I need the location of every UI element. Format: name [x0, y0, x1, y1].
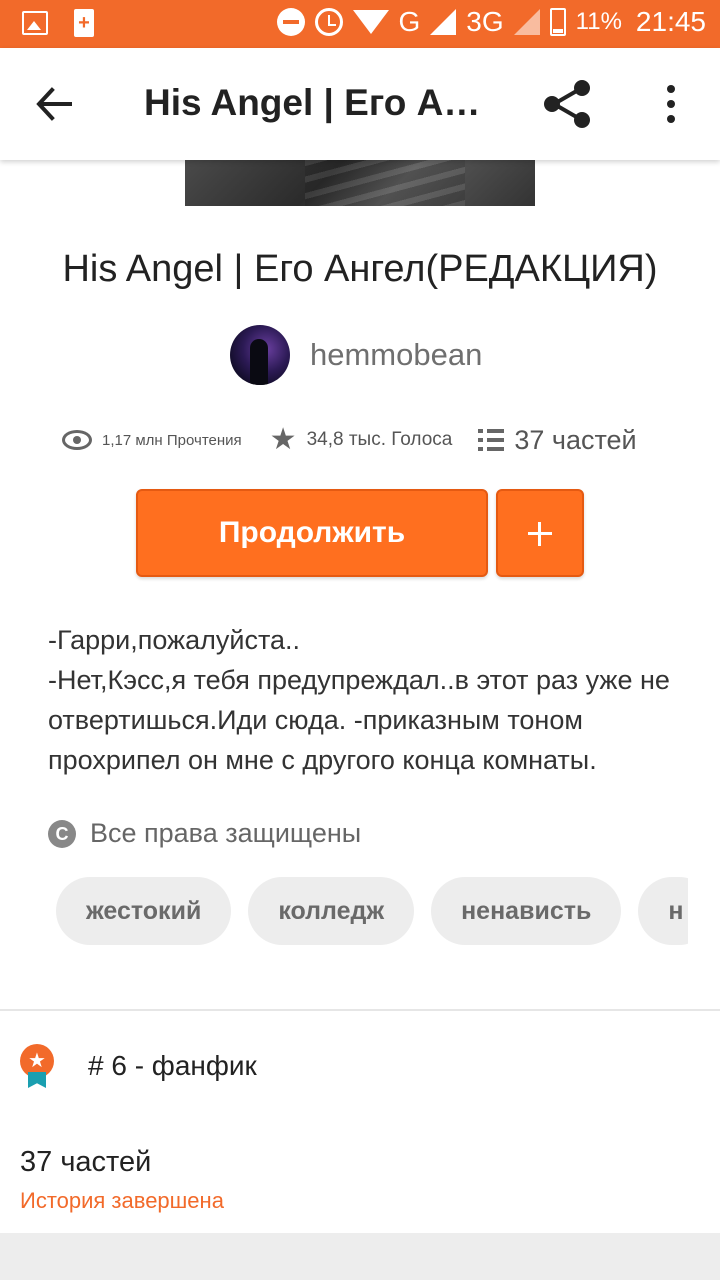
- reads-count: 1,17 млн Прочтения: [102, 431, 242, 449]
- cover-image[interactable]: [185, 160, 535, 206]
- copyright-row: C Все права защищены: [48, 818, 361, 849]
- tag-chip[interactable]: колледж: [248, 877, 415, 945]
- battery-percent: 11%: [575, 8, 622, 35]
- status-bar: + G 3G 11% 21:45: [0, 0, 720, 48]
- status-bar-left: +: [22, 9, 94, 37]
- author-avatar[interactable]: [230, 325, 290, 385]
- parts-stat: 37 частей: [478, 424, 637, 456]
- more-options-button[interactable]: [656, 84, 686, 124]
- rank-row[interactable]: ★ # 6 - фанфик: [20, 1044, 257, 1088]
- share-button[interactable]: [542, 80, 594, 128]
- section-divider: [0, 1009, 720, 1011]
- copyright-icon: C: [48, 819, 76, 848]
- parts-count[interactable]: 37 частей: [20, 1146, 151, 1179]
- app-bar: His Angel | Его Ангел(РЕДАКЦИЯ): [0, 48, 720, 160]
- app-bar-title: His Angel | Его Ангел(РЕДАКЦИЯ): [144, 82, 500, 123]
- status-bar-right: G 3G 11% 21:45: [276, 6, 706, 38]
- clock: 21:45: [635, 6, 706, 37]
- tag-list[interactable]: жестокий колледж ненависть н: [56, 877, 688, 945]
- plus-icon: +: [74, 9, 94, 37]
- tag-chip[interactable]: ненависть: [431, 877, 622, 945]
- battery-icon: [549, 8, 566, 36]
- votes-count: 34,8 тыс. Голоса: [306, 429, 453, 450]
- back-arrow-icon: [36, 87, 72, 121]
- signal-icon: [430, 9, 457, 35]
- story-status: История завершена: [20, 1188, 224, 1213]
- alarm-icon: [314, 8, 343, 36]
- eye-icon: [62, 430, 92, 450]
- votes-stat: ★ 34,8 тыс. Голоса: [270, 425, 453, 455]
- back-button[interactable]: [34, 84, 74, 124]
- tag-chip[interactable]: н: [638, 877, 688, 945]
- reads-stat: 1,17 млн Прочтения: [62, 430, 242, 450]
- parts-count-label: 37 частей: [514, 424, 637, 455]
- star-icon: ★: [269, 423, 297, 456]
- author-row[interactable]: hemmobean: [230, 324, 482, 386]
- author-name[interactable]: hemmobean: [310, 337, 482, 373]
- bottom-section-bg: [0, 1233, 720, 1280]
- network-g-label: G: [398, 6, 421, 37]
- copyright-label: Все права защищены: [90, 818, 362, 848]
- rank-label: # 6 - фанфик: [88, 1050, 257, 1081]
- share-icon: [544, 80, 590, 128]
- add-to-library-button[interactable]: [496, 489, 584, 577]
- wifi-icon: [352, 10, 389, 34]
- ranking-badge-icon: ★: [20, 1044, 54, 1088]
- story-description: -Гарри,пожалуйста.. -Нет,Кэсс,я тебя пре…: [48, 625, 670, 775]
- network-3g-label: 3G: [466, 6, 504, 37]
- continue-reading-button[interactable]: Продолжить: [136, 489, 488, 577]
- tag-chip[interactable]: жестокий: [56, 877, 232, 945]
- story-stats: 1,17 млн Прочтения ★ 34,8 тыс. Голоса 37…: [62, 420, 637, 460]
- more-vert-icon: [667, 85, 675, 123]
- image-icon: [22, 11, 48, 35]
- list-icon: [478, 429, 505, 451]
- story-title: His Angel | Его Ангел(РЕДАКЦИЯ): [62, 248, 658, 290]
- signal-3g-icon: [513, 9, 540, 35]
- dnd-icon: [276, 8, 305, 36]
